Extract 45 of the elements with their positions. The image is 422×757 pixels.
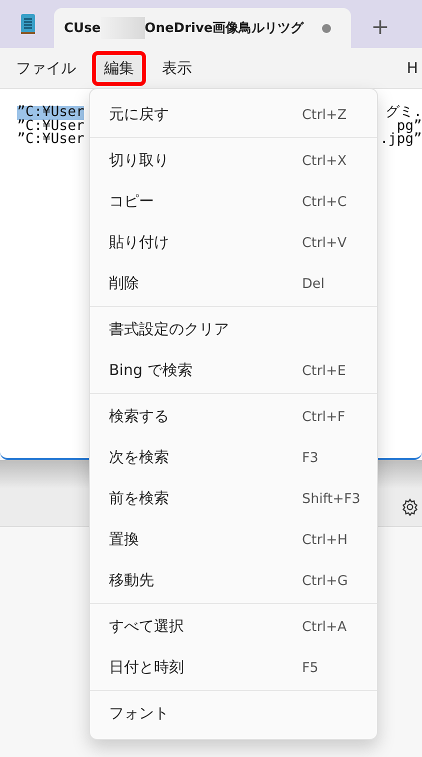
shortcut-text: Ctrl+F (302, 408, 346, 424)
editor-text: .jpg” (380, 133, 422, 146)
shortcut-text: F5 (302, 660, 320, 676)
menu-bar-item[interactable]: 表示 (150, 50, 204, 86)
menu-item[interactable]: フォント (90, 693, 377, 734)
menu-item[interactable]: 書式設定のクリア (90, 309, 377, 350)
menu-item[interactable]: すべて選択 Ctrl+A (90, 606, 377, 647)
menu-item[interactable]: 検索する Ctrl+F (90, 396, 377, 437)
menu-item[interactable]: 置換 Ctrl+H (90, 519, 377, 560)
menu-item[interactable]: 日付と時刻 F5 (90, 647, 377, 688)
shortcut-text: Ctrl+Z (302, 106, 348, 122)
menu-bar-item[interactable]: H (394, 51, 422, 85)
menu-item[interactable]: 次を検索 F3 (90, 437, 377, 478)
shortcut-text: Ctrl+C (302, 194, 348, 210)
shortcut-text: Ctrl+V (302, 234, 348, 250)
editor-text: ”C:¥User (17, 120, 84, 133)
editor-text: pg” (396, 120, 422, 133)
notepad-icon (20, 13, 36, 35)
menu-item[interactable]: Bing で検索 Ctrl+E (90, 350, 377, 391)
tab-title: OneDrive画像鳥ルリツグ (144, 20, 304, 37)
shortcut-text: F3 (302, 450, 320, 466)
shortcut-text: Ctrl+H (302, 532, 348, 548)
menu-item[interactable]: 移動先 Ctrl+G (90, 560, 377, 601)
menu-item[interactable]: コピー Ctrl+C (90, 181, 377, 222)
redacted-block (100, 17, 145, 39)
editor-text: ”C:¥User (17, 106, 84, 120)
new-tab-button[interactable]: + (367, 15, 394, 40)
shortcut-text: Ctrl+A (302, 618, 348, 634)
menu-bar-item[interactable]: 編集 (92, 50, 146, 86)
document-tab[interactable]: CUse OneDrive画像鳥ルリツグ (54, 8, 351, 48)
menu-item[interactable]: 削除 Del (90, 263, 377, 304)
shortcut-text: Ctrl+X (302, 152, 348, 168)
menu-item[interactable]: 貼り付け Ctrl+V (90, 222, 377, 263)
menu-bar-item[interactable]: ファイル (4, 50, 88, 86)
shortcut-text: Del (302, 276, 326, 292)
settings-icon[interactable] (401, 498, 419, 516)
menu-item[interactable]: 前を検索 Shift+F3 (90, 478, 377, 519)
editor-text: グミ. (386, 106, 422, 120)
menu-item[interactable]: 元に戻す Ctrl+Z (90, 94, 377, 135)
menu-item[interactable]: 切り取り Ctrl+X (90, 140, 377, 181)
shortcut-text: Ctrl+G (302, 572, 349, 588)
shortcut-text: Ctrl+E (302, 362, 347, 378)
tab-title: CUse (64, 20, 101, 36)
shortcut-text: Shift+F3 (302, 490, 362, 506)
editor-text: ”C:¥User (17, 133, 84, 146)
